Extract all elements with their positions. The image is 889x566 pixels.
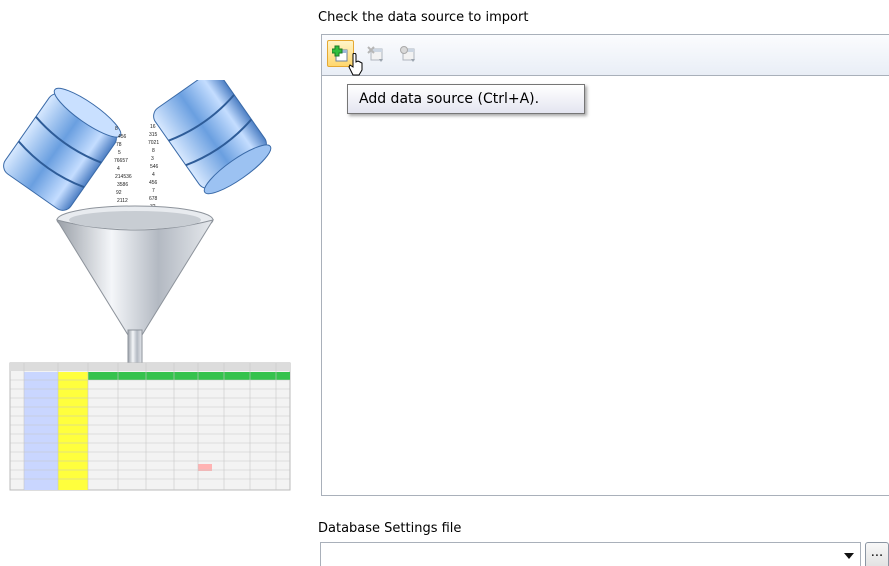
svg-text:456: 456	[118, 134, 127, 140]
svg-text:3: 3	[151, 156, 154, 162]
svg-text:2112: 2112	[117, 198, 128, 204]
database-settings-file-combo[interactable]	[320, 542, 861, 566]
svg-text:456: 456	[149, 180, 158, 186]
dropdown-arrow-icon[interactable]	[844, 553, 854, 559]
svg-text:76657: 76657	[114, 158, 128, 164]
edit-data-source-icon	[399, 45, 415, 62]
svg-text:5: 5	[118, 150, 121, 156]
svg-text:92: 92	[116, 190, 122, 196]
svg-text:8: 8	[115, 126, 118, 132]
data-import-illustration: 845678 5766574 214536358692 211232612 16…	[3, 80, 291, 491]
svg-text:8: 8	[152, 148, 155, 154]
mouse-pointer-icon	[348, 53, 363, 76]
svg-text:214536: 214536	[115, 174, 132, 180]
database-cylinder-right-icon	[153, 80, 272, 195]
import-section-label: Check the data source to import	[318, 10, 529, 25]
data-source-toolbar	[322, 35, 889, 76]
database-settings-label: Database Settings file	[318, 521, 462, 536]
svg-text:678: 678	[149, 196, 158, 202]
add-data-source-tooltip: Add data source (Ctrl+A).	[347, 84, 585, 114]
spreadsheet-thumbnail	[9, 362, 291, 491]
edit-data-source-button[interactable]	[394, 40, 421, 67]
svg-text:7: 7	[152, 188, 155, 194]
remove-data-source-button[interactable]	[362, 40, 389, 67]
database-cylinder-left-icon	[3, 87, 122, 211]
svg-text:3586: 3586	[117, 182, 128, 188]
browse-button[interactable]: ...	[865, 542, 889, 566]
svg-text:315: 315	[149, 132, 158, 138]
remove-data-source-icon	[366, 45, 383, 62]
svg-text:7021: 7021	[148, 140, 159, 146]
svg-text:4: 4	[152, 172, 155, 178]
svg-text:78: 78	[116, 142, 122, 148]
add-data-source-icon	[331, 45, 347, 61]
funnel-icon	[55, 205, 215, 379]
svg-text:546: 546	[150, 164, 159, 170]
svg-text:16: 16	[150, 124, 156, 130]
svg-text:4: 4	[117, 166, 120, 172]
